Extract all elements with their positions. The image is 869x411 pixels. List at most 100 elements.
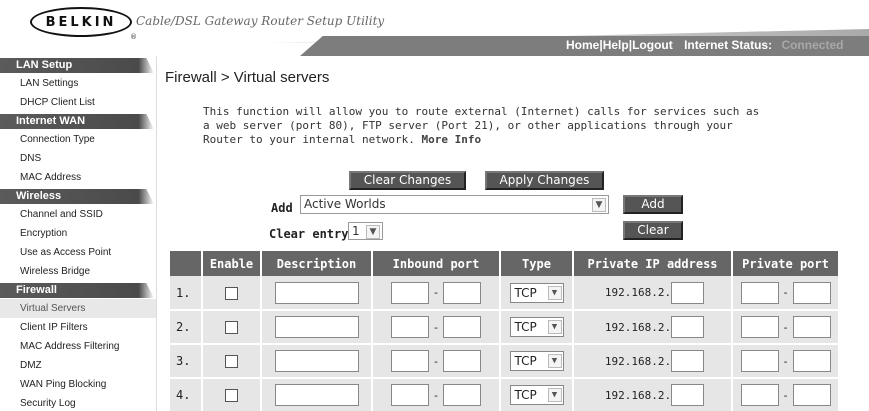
inbound-port-end-input[interactable] (443, 350, 481, 372)
clear-button[interactable]: Clear (623, 221, 683, 240)
sidebar-item-dmz[interactable]: DMZ (0, 356, 156, 375)
sidebar-item-encryption[interactable]: Encryption (0, 224, 156, 243)
add-service-value: Active Worlds (304, 197, 386, 211)
clear-entry-select[interactable]: 1 ▼ (348, 222, 383, 240)
sidebar-item-virtual-servers[interactable]: Virtual Servers (0, 299, 156, 318)
private-port-end-input[interactable] (792, 281, 831, 304)
private-port-start-input[interactable] (740, 350, 779, 372)
description-cell (261, 344, 373, 379)
sidebar-item-security-log[interactable]: Security Log (0, 394, 156, 411)
private-port-end-input[interactable] (792, 350, 831, 372)
inbound-port-start-input[interactable] (391, 316, 429, 338)
clear-changes-button[interactable]: Clear Changes (349, 171, 466, 190)
sidebar-item-wan-ping-blocking[interactable]: WAN Ping Blocking (0, 375, 156, 394)
type-cell: TCP ▼ (500, 310, 574, 345)
registered-mark: ® (130, 33, 137, 41)
add-label: Add (271, 201, 293, 215)
col-header-number (170, 251, 203, 276)
type-cell: TCP ▼ (500, 276, 574, 311)
private-ip-input[interactable] (671, 384, 705, 406)
sidebar-item-mac-address[interactable]: MAC Address (0, 168, 156, 187)
table-row: 4. - TCP ▼ 192.168.2. - (170, 378, 840, 411)
table-header-row: Enable Description Inbound port Type Pri… (170, 251, 840, 276)
logo-text: BELKIN (45, 14, 117, 30)
home-link[interactable]: Home (566, 38, 599, 52)
sidebar-item-dhcp-client-list[interactable]: DHCP Client List (0, 93, 156, 112)
help-link[interactable]: Help (603, 38, 629, 52)
sidebar-section-firewall[interactable]: Firewall (0, 283, 154, 298)
private-port-cell: - (732, 378, 840, 411)
inbound-port-cell: - (372, 310, 501, 345)
enable-checkbox[interactable] (225, 355, 238, 368)
enable-cell (202, 344, 262, 379)
inbound-port-end-input[interactable] (443, 281, 481, 304)
sidebar-item-access-point[interactable]: Use as Access Point (0, 243, 156, 262)
private-port-cell: - (732, 310, 840, 345)
type-select[interactable]: TCP ▼ (509, 385, 564, 405)
more-info-link[interactable]: More Info (422, 133, 482, 146)
enable-checkbox[interactable] (225, 389, 238, 402)
inbound-port-cell: - (372, 378, 501, 411)
private-port-cell: - (732, 276, 840, 311)
internet-status-label: Internet Status: (684, 38, 773, 52)
add-button[interactable]: Add (623, 195, 683, 214)
ip-prefix: 192.168.2. (604, 320, 672, 334)
inbound-port-start-input[interactable] (391, 281, 429, 304)
sidebar-section-wireless[interactable]: Wireless (0, 189, 154, 204)
chevron-down-icon: ▼ (366, 225, 380, 239)
col-header-description: Description (261, 251, 373, 276)
private-port-end-input[interactable] (792, 316, 831, 338)
logout-link[interactable]: Logout (632, 38, 673, 52)
chevron-down-icon: ▼ (547, 388, 562, 402)
sidebar-item-client-ip-filters[interactable]: Client IP Filters (0, 318, 156, 337)
private-ip-input[interactable] (671, 350, 705, 372)
sidebar-item-lan-settings[interactable]: LAN Settings (0, 74, 156, 93)
sidebar-item-dns[interactable]: DNS (0, 149, 156, 168)
description-cell (261, 378, 373, 411)
description-input[interactable] (274, 350, 359, 372)
col-header-type: Type (500, 251, 574, 276)
inbound-port-start-input[interactable] (391, 384, 429, 406)
private-ip-input[interactable] (671, 316, 705, 338)
page-title: Firewall > Virtual servers (165, 69, 330, 86)
inbound-port-end-input[interactable] (443, 384, 481, 406)
sidebar-item-mac-filtering[interactable]: MAC Address Filtering (0, 337, 156, 356)
private-port-start-input[interactable] (740, 384, 779, 406)
enable-checkbox[interactable] (225, 286, 238, 300)
sidebar-item-channel-ssid[interactable]: Channel and SSID (0, 205, 156, 224)
table-row: 3. - TCP ▼ 192.168.2. - (170, 344, 840, 379)
row-number: 3. (170, 344, 203, 379)
chevron-down-icon: ▼ (547, 320, 562, 334)
type-select[interactable]: TCP ▼ (509, 282, 564, 303)
col-header-inbound-port: Inbound port (372, 251, 501, 276)
sidebar-item-wireless-bridge[interactable]: Wireless Bridge (0, 262, 156, 281)
apply-changes-button[interactable]: Apply Changes (485, 171, 604, 190)
type-select[interactable]: TCP ▼ (509, 351, 564, 371)
description-input[interactable] (274, 316, 359, 338)
description-input[interactable] (274, 384, 359, 406)
private-port-start-input[interactable] (740, 316, 779, 338)
belkin-logo: BELKIN (30, 7, 132, 37)
private-port-end-input[interactable] (792, 384, 831, 406)
type-cell: TCP ▼ (500, 344, 574, 379)
add-service-select[interactable]: Active Worlds ▼ (300, 195, 609, 214)
table-row: 2. - TCP ▼ 192.168.2. - (170, 310, 840, 345)
col-header-private-ip: Private IP address (573, 251, 733, 276)
sidebar-section-lan-setup[interactable]: LAN Setup (0, 58, 154, 73)
private-ip-input[interactable] (671, 281, 705, 304)
inbound-port-end-input[interactable] (443, 316, 481, 338)
chevron-down-icon: ▼ (547, 354, 562, 368)
page-description: This function will allow you to route ex… (203, 105, 763, 147)
private-ip-cell: 192.168.2. (573, 378, 733, 411)
private-port-start-input[interactable] (740, 281, 779, 304)
inbound-port-start-input[interactable] (391, 350, 429, 372)
sidebar-item-connection-type[interactable]: Connection Type (0, 130, 156, 149)
type-select[interactable]: TCP ▼ (509, 317, 564, 337)
inbound-port-cell: - (372, 344, 501, 379)
table-row: 1. - TCP ▼ 192.168.2. - (170, 276, 840, 311)
col-header-enable: Enable (202, 251, 262, 276)
chevron-down-icon: ▼ (547, 285, 562, 300)
description-input[interactable] (274, 281, 359, 304)
sidebar-section-internet-wan[interactable]: Internet WAN (0, 114, 154, 129)
enable-checkbox[interactable] (225, 321, 238, 334)
